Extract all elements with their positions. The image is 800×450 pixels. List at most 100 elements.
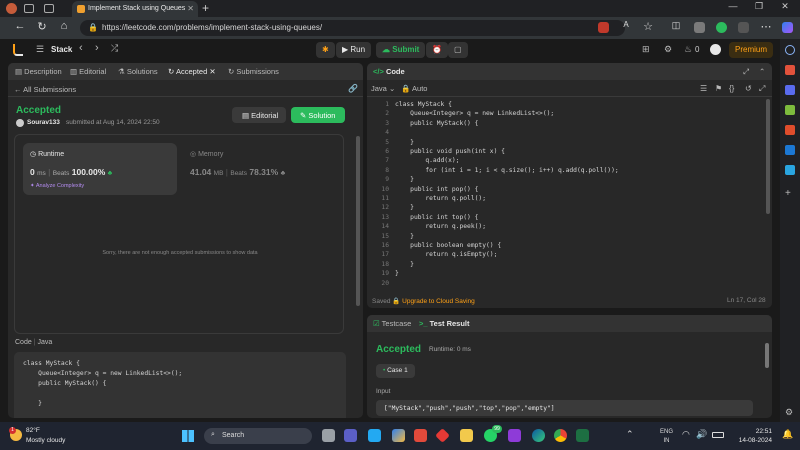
run-button[interactable]: ▶ Run — [336, 42, 372, 58]
office-icon[interactable] — [785, 125, 795, 135]
debug-button[interactable]: ✱ — [316, 42, 335, 58]
back-icon[interactable]: ← — [12, 20, 28, 32]
split-screen-icon[interactable]: ◫ — [668, 20, 684, 31]
notes-icon[interactable]: ▢ — [448, 42, 468, 58]
premium-button[interactable]: Premium — [729, 42, 774, 58]
editorial-button[interactable]: ▤ Editorial — [232, 107, 286, 123]
start-button[interactable] — [182, 430, 194, 442]
memory-card[interactable]: ◎ Memory 41.04 MB | Beats 78.31% ♣ — [183, 143, 337, 195]
teams-icon[interactable] — [344, 429, 357, 442]
share-link-icon[interactable]: 🔗 — [348, 84, 358, 93]
read-aloud-icon[interactable]: A — [618, 20, 634, 29]
shopping-icon[interactable] — [785, 65, 795, 75]
problem-list-title[interactable]: Stack — [51, 45, 72, 54]
more-icon[interactable]: ⋯ — [758, 20, 774, 33]
workspaces-icon[interactable] — [24, 4, 34, 13]
edge-icon[interactable] — [532, 429, 545, 442]
taskbar-search[interactable]: ⌕ Search — [204, 428, 312, 444]
refresh-icon[interactable]: ↻ — [34, 20, 50, 33]
settings-icon[interactable]: ⚙ — [664, 44, 672, 55]
tab-actions-icon[interactable] — [44, 4, 54, 13]
analyze-complexity-link[interactable]: ✦ Analyze Complexity — [30, 183, 84, 189]
copilot-icon[interactable] — [782, 22, 793, 33]
next-problem-icon[interactable]: › — [95, 42, 99, 54]
language-select[interactable]: Java ⌄ — [371, 84, 395, 93]
new-tab-button[interactable]: + — [202, 1, 209, 15]
games-icon[interactable] — [785, 105, 795, 115]
profile-avatar[interactable] — [6, 3, 17, 14]
fullscreen-icon[interactable]: ⤢ — [759, 84, 765, 94]
submitter-name[interactable]: Sourav133 — [27, 119, 60, 126]
bookmark-icon[interactable]: ⚑ — [715, 84, 722, 93]
submit-button[interactable]: ☁ Submit — [376, 42, 426, 58]
case-tab[interactable]: • Case 1 — [376, 364, 415, 378]
tab-submissions[interactable]: ↻ Submissions — [228, 67, 279, 76]
extension-icon-1[interactable] — [598, 22, 609, 33]
drop-icon[interactable] — [785, 165, 795, 175]
problem-list-icon[interactable]: ☰ — [36, 44, 44, 55]
braces-icon[interactable]: {} — [729, 84, 734, 93]
favorite-icon[interactable]: ☆ — [640, 20, 656, 33]
notification-center-icon[interactable]: 🔔 — [782, 429, 793, 440]
layout-icon[interactable]: ⊞ — [642, 44, 650, 55]
format-icon[interactable]: ☰ — [700, 84, 707, 93]
upgrade-link[interactable]: 🔒 Upgrade to Cloud Saving — [392, 298, 475, 305]
minimize-icon[interactable]: — — [720, 1, 746, 11]
volume-icon[interactable]: 🔊 — [696, 429, 707, 440]
collapse-icon[interactable]: ⌃ — [759, 67, 765, 76]
editor-scrollbar[interactable] — [766, 99, 770, 214]
task-view-icon[interactable] — [322, 429, 335, 442]
show-hidden-icons[interactable]: ⌃ — [626, 429, 634, 440]
tab-accepted[interactable]: ↻ Accepted ✕ — [168, 67, 216, 76]
tab-description[interactable]: ▤ Description — [15, 67, 62, 76]
random-problem-icon[interactable]: ⤮ — [111, 43, 118, 54]
app-icon-diamond[interactable] — [435, 428, 450, 443]
vscode-icon[interactable] — [368, 429, 381, 442]
result-scrollbar[interactable] — [765, 343, 769, 368]
extension-icon-4[interactable] — [738, 22, 749, 33]
code-area[interactable]: 1 class MyStack {2 Queue<Integer> q = new… — [367, 99, 763, 292]
wifi-icon[interactable]: ◠ — [682, 429, 690, 440]
streak-icon[interactable]: ♨ — [684, 44, 692, 55]
runtime-card[interactable]: ◷ Runtime 0 ms | Beats 100.00% ♣ ✦ Analy… — [23, 143, 177, 195]
avatar[interactable] — [710, 44, 721, 55]
extension-icon-2[interactable] — [694, 22, 705, 33]
battery-icon[interactable] — [712, 432, 724, 438]
weather-widget[interactable]: 1 82°F Mostly cloudy — [8, 427, 78, 447]
tab-testcase[interactable]: ☑ Testcase — [373, 319, 411, 328]
tab-solutions[interactable]: ⚗ Solutions — [118, 67, 158, 76]
leetcode-logo[interactable] — [13, 44, 23, 56]
home-icon[interactable]: ⌂ — [56, 20, 72, 32]
left-scrollbar[interactable] — [356, 136, 360, 306]
close-tab-icon[interactable]: ✕ — [187, 4, 194, 13]
alarm-icon[interactable]: ⏰ — [426, 42, 448, 58]
restore-icon[interactable]: ❐ — [746, 1, 772, 12]
reset-icon[interactable]: ↺ — [745, 84, 752, 93]
app-icon-red[interactable] — [414, 429, 427, 442]
prev-problem-icon[interactable]: ‹ — [79, 42, 83, 54]
chrome-icon[interactable] — [554, 429, 567, 442]
add-sidebar-icon[interactable]: + — [785, 189, 795, 199]
tools-icon[interactable] — [785, 85, 795, 95]
outlook-icon[interactable] — [785, 145, 795, 155]
extension-icon-3[interactable] — [716, 22, 727, 33]
url-input[interactable]: 🔒 https://leetcode.com/problems/implemen… — [80, 20, 625, 36]
excel-icon[interactable] — [576, 429, 589, 442]
intellij-icon[interactable] — [508, 429, 521, 442]
tab-test-result[interactable]: >_ Test Result — [419, 319, 470, 328]
clock[interactable]: 22:51 14-08-2024 — [732, 427, 772, 445]
close-tab-accepted-icon[interactable]: ✕ — [207, 67, 215, 76]
all-submissions-link[interactable]: ← All Submissions — [14, 85, 76, 94]
browser-tab-active[interactable]: Implement Stack using Queues ✕ — [72, 1, 198, 17]
terminal-icon: >_ — [419, 319, 430, 328]
copilot-taskbar-icon[interactable] — [392, 429, 405, 442]
autocomplete-toggle[interactable]: 🔒 Auto — [401, 84, 427, 93]
solution-button[interactable]: ✎ Solution — [291, 107, 345, 123]
close-window-icon[interactable]: ✕ — [772, 1, 798, 12]
file-explorer-icon[interactable] — [460, 429, 473, 442]
search-sidebar-icon[interactable] — [785, 45, 795, 55]
sidebar-settings-icon[interactable]: ⚙ — [785, 407, 795, 417]
tab-editorial[interactable]: ▥ Editorial — [70, 67, 106, 76]
language-indicator[interactable]: ENG IN — [660, 428, 673, 446]
maximize-icon[interactable]: ⤢ — [743, 67, 749, 77]
